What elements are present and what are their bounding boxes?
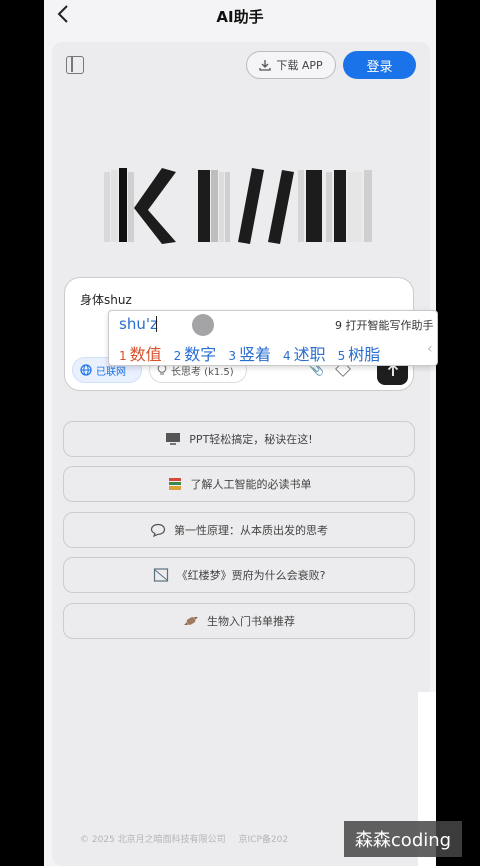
ime-candidate[interactable]: 1 数值 bbox=[119, 341, 162, 365]
watermark: 森森coding bbox=[344, 821, 462, 857]
kimi-logo bbox=[104, 168, 372, 244]
globe-icon bbox=[80, 364, 92, 376]
monitor-icon bbox=[166, 433, 181, 445]
suggestion-first-principles[interactable]: 第一性原理：从本质出发的思考 bbox=[63, 512, 415, 548]
suggestion-label: 了解人工智能的必读书单 bbox=[190, 478, 312, 491]
books-icon bbox=[168, 478, 181, 490]
ime-cursor-dot bbox=[192, 314, 214, 336]
chevron-left-icon[interactable]: ‹ bbox=[427, 341, 433, 357]
suggestion-label: 第一性原理：从本质出发的思考 bbox=[174, 524, 328, 537]
ime-candidate-window: shu'z 9 打开智能写作助手 1 数值 2 数字 3 竖着 4 述职 5 树脂 ‹ bbox=[108, 310, 438, 366]
ime-candidate[interactable]: 4 述职 bbox=[283, 341, 326, 365]
ime-candidate[interactable]: 5 树脂 bbox=[338, 341, 381, 365]
footer: © 2025 北京月之暗面科技有限公司 京ICP备202 bbox=[80, 832, 298, 845]
ime-candidate-list: 1 数值 2 数字 3 竖着 4 述职 5 树脂 bbox=[119, 341, 380, 365]
login-button[interactable]: 登录 bbox=[343, 51, 416, 79]
chat-input-text[interactable]: 身体shuz bbox=[80, 291, 132, 308]
download-app-button[interactable]: 下载 APP bbox=[246, 51, 336, 79]
ime-composition: shu'z bbox=[119, 315, 158, 333]
suggestion-ppt[interactable]: PPT轻松搞定，秘诀在这! bbox=[63, 421, 415, 457]
suggestion-label: PPT轻松搞定，秘诀在这! bbox=[189, 433, 313, 446]
footer-copyright: © 2025 北京月之暗面科技有限公司 bbox=[80, 835, 226, 845]
ime-caret bbox=[156, 316, 157, 332]
suggestion-label: 《红楼梦》贾府为什么会衰败? bbox=[176, 569, 326, 582]
ime-candidate[interactable]: 3 竖着 bbox=[228, 341, 271, 365]
image-frame-icon bbox=[153, 568, 168, 582]
chat-bubble-icon bbox=[150, 523, 166, 537]
suggestion-red-chamber[interactable]: 《红楼梦》贾府为什么会衰败? bbox=[63, 557, 415, 593]
footer-icp[interactable]: 京ICP备202 bbox=[239, 835, 289, 845]
suggestion-ai-books[interactable]: 了解人工智能的必读书单 bbox=[63, 466, 415, 502]
page-title: AI助手 bbox=[216, 8, 264, 26]
ime-candidate[interactable]: 2 数字 bbox=[174, 341, 217, 365]
ime-writing-assistant-hint[interactable]: 9 打开智能写作助手 bbox=[335, 317, 434, 333]
phone-screen: AI助手 下载 APP 登录 身体shuz 已联网 长思考 (k1.5) 📎 P… bbox=[44, 0, 436, 866]
suggestion-biology-books[interactable]: 生物入门书单推荐 bbox=[63, 603, 415, 639]
download-icon bbox=[259, 60, 271, 71]
download-label: 下载 APP bbox=[276, 59, 323, 72]
suggestion-label: 生物入门书单推荐 bbox=[207, 615, 295, 628]
candy-icon bbox=[184, 617, 198, 625]
sidebar-toggle-icon[interactable] bbox=[66, 56, 84, 74]
top-bar: AI助手 bbox=[44, 0, 436, 34]
